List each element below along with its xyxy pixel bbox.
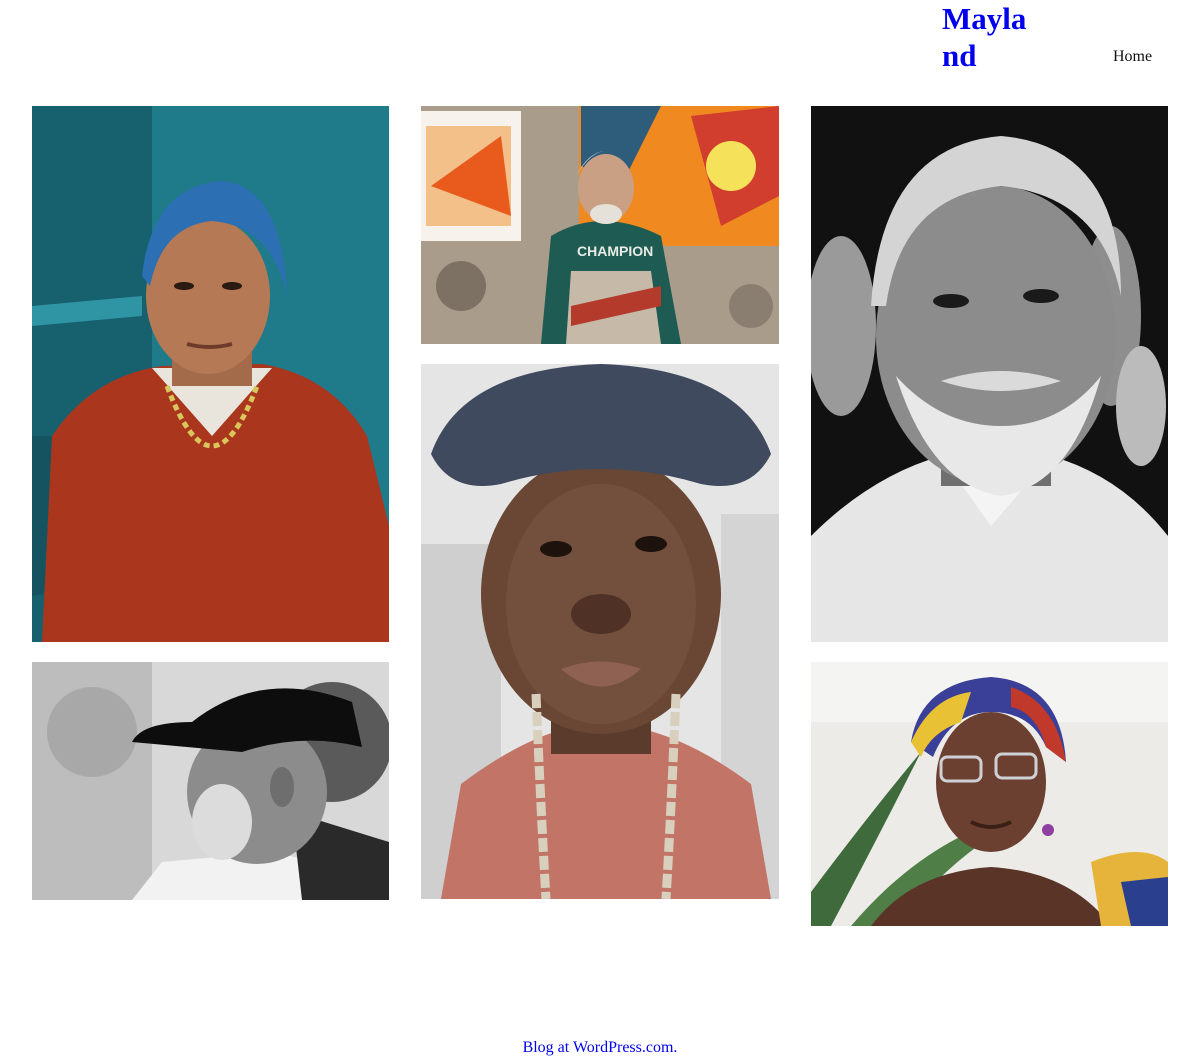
- photo-older-man-beard[interactable]: [811, 106, 1168, 642]
- footer-wordpress-link[interactable]: Blog at WordPress.com.: [0, 1038, 1200, 1058]
- nav-item-home[interactable]: Home: [1113, 47, 1152, 67]
- portrait-image: [811, 662, 1168, 926]
- site-title-link[interactable]: Mayland: [942, 0, 1042, 74]
- svg-text:CHAMPION: CHAMPION: [577, 243, 653, 259]
- portrait-image: [32, 106, 389, 642]
- portrait-image: [811, 106, 1168, 642]
- photo-young-man-cap[interactable]: [421, 364, 779, 899]
- photo-woman-colorful-headwrap[interactable]: [811, 662, 1168, 926]
- photo-woman-blue-headscarf[interactable]: [32, 106, 389, 642]
- portrait-image: CHAMPION: [421, 106, 779, 344]
- portrait-image: [421, 364, 779, 899]
- photo-painter-champion[interactable]: CHAMPION: [421, 106, 779, 344]
- photo-man-black-cap[interactable]: [32, 662, 389, 900]
- portrait-image: [32, 662, 389, 900]
